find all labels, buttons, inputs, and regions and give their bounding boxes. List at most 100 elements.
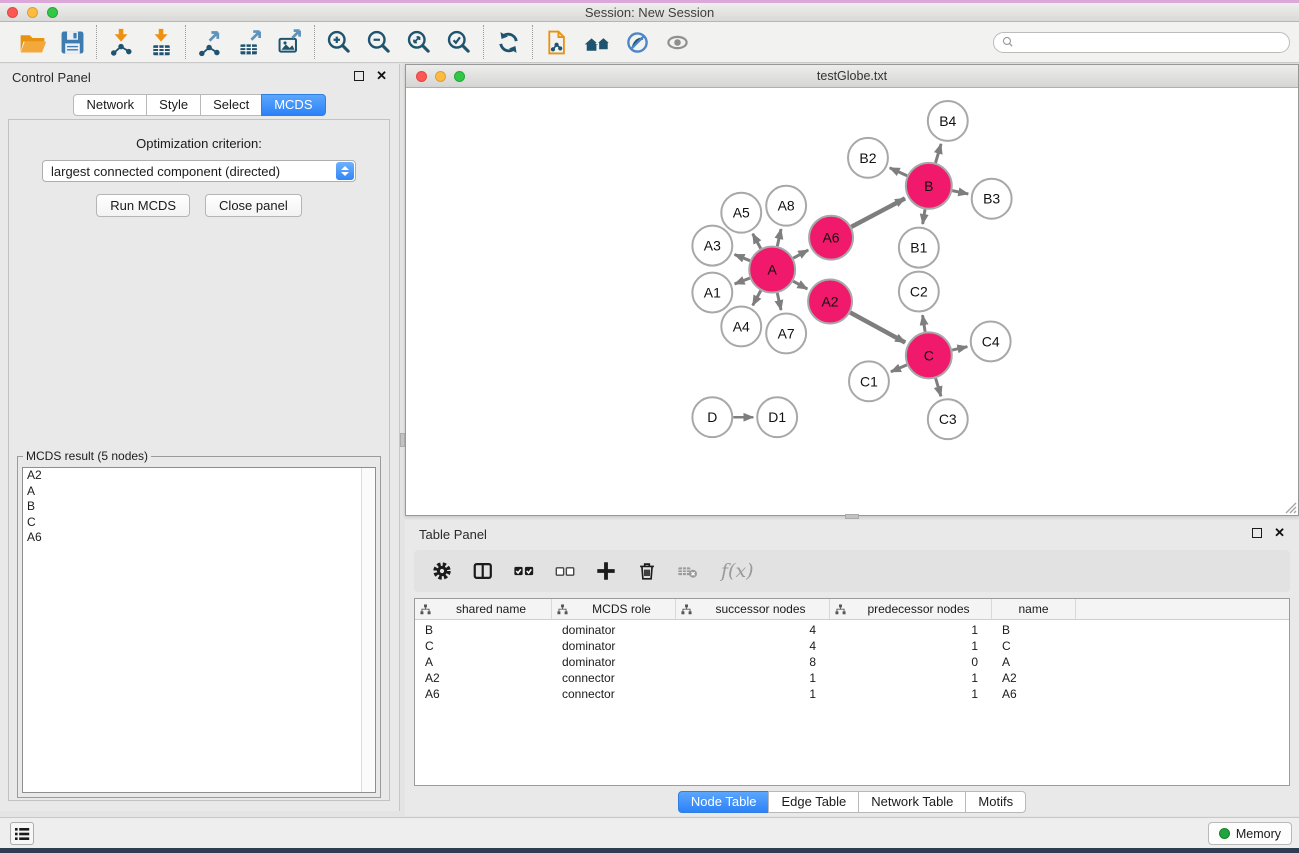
float-panel-icon[interactable] <box>354 71 364 81</box>
column-header-successor_nodes[interactable]: successor nodes <box>676 599 830 619</box>
edge-A6-B[interactable] <box>851 198 905 226</box>
cell-name[interactable]: A6 <box>992 687 1076 701</box>
mcds-result-item[interactable]: A <box>23 484 375 500</box>
search-input[interactable] <box>1015 35 1289 49</box>
tab-node-table[interactable]: Node Table <box>678 791 770 813</box>
network-graph[interactable]: AA1A2A3A4A5A6A7A8BB1B2B3B4CC1C2C3C4DD1 <box>406 89 1298 515</box>
tab-mcds[interactable]: MCDS <box>261 94 325 116</box>
node-C4[interactable]: C4 <box>971 321 1011 361</box>
cell-predecessor_nodes[interactable]: 1 <box>830 687 992 701</box>
cell-predecessor_nodes[interactable]: 1 <box>830 623 992 637</box>
node-A7[interactable]: A7 <box>766 313 806 353</box>
close-panel-icon[interactable]: ✕ <box>376 71 387 81</box>
node-C3[interactable]: C3 <box>928 399 968 439</box>
edge-B-B4[interactable] <box>936 144 942 163</box>
mcds-result-item[interactable]: C <box>23 515 375 531</box>
show-column-button[interactable] <box>471 559 495 583</box>
node-A1[interactable]: A1 <box>692 273 732 313</box>
node-A8[interactable]: A8 <box>766 186 806 226</box>
cell-successor_nodes[interactable]: 1 <box>676 687 830 701</box>
table-row[interactable]: Adominator80A <box>415 654 1289 670</box>
run-mcds-button[interactable]: Run MCDS <box>96 194 190 217</box>
mcds-result-item[interactable]: A2 <box>23 468 375 484</box>
zoom-window-button[interactable] <box>47 7 58 18</box>
export-image-button[interactable] <box>270 24 310 60</box>
open-session-button[interactable] <box>12 24 52 60</box>
home-button[interactable] <box>577 24 617 60</box>
cell-mcds_role[interactable]: dominator <box>552 639 676 653</box>
cell-mcds_role[interactable]: connector <box>552 671 676 685</box>
node-table[interactable]: shared nameMCDS rolesuccessor nodesprede… <box>414 598 1290 786</box>
zoom-in-button[interactable] <box>319 24 359 60</box>
node-C[interactable]: C <box>906 332 952 378</box>
cell-mcds_role[interactable]: connector <box>552 687 676 701</box>
edge-C-C3[interactable] <box>936 378 941 396</box>
mcds-result-item[interactable]: A6 <box>23 530 375 546</box>
edge-A-A2[interactable] <box>793 281 807 289</box>
cell-successor_nodes[interactable]: 1 <box>676 671 830 685</box>
column-header-mcds_role[interactable]: MCDS role <box>552 599 676 619</box>
node-A[interactable]: A <box>749 247 795 293</box>
cell-mcds_role[interactable]: dominator <box>552 623 676 637</box>
node-B3[interactable]: B3 <box>972 179 1012 219</box>
cell-name[interactable]: C <box>992 639 1076 653</box>
export-table-button[interactable] <box>230 24 270 60</box>
zoom-fit-button[interactable] <box>399 24 439 60</box>
cell-shared_name[interactable]: A2 <box>415 671 552 685</box>
close-panel-button[interactable]: Close panel <box>205 194 302 217</box>
task-history-button[interactable] <box>10 822 34 845</box>
cell-shared_name[interactable]: A <box>415 655 552 669</box>
search-field[interactable] <box>993 32 1290 53</box>
tab-select[interactable]: Select <box>200 94 262 116</box>
column-header-predecessor_nodes[interactable]: predecessor nodes <box>830 599 992 619</box>
mcds-result-item[interactable]: B <box>23 499 375 515</box>
tab-motifs[interactable]: Motifs <box>965 791 1026 813</box>
export-network-button[interactable] <box>190 24 230 60</box>
function-builder-button[interactable]: f(x) <box>721 560 754 582</box>
add-column-button[interactable] <box>594 559 618 583</box>
cell-successor_nodes[interactable]: 4 <box>676 623 830 637</box>
tab-network[interactable]: Network <box>73 94 147 116</box>
table-options-button[interactable] <box>430 559 454 583</box>
save-session-button[interactable] <box>52 24 92 60</box>
node-A3[interactable]: A3 <box>692 226 732 266</box>
node-D1[interactable]: D1 <box>757 397 797 437</box>
cell-successor_nodes[interactable]: 4 <box>676 639 830 653</box>
node-A6[interactable]: A6 <box>809 216 853 260</box>
node-B[interactable]: B <box>906 163 952 209</box>
edge-B-B2[interactable] <box>890 168 907 176</box>
close-table-panel-icon[interactable]: ✕ <box>1274 528 1285 538</box>
edge-A-A1[interactable] <box>735 278 750 284</box>
float-table-panel-icon[interactable] <box>1252 528 1262 538</box>
edge-A-A6[interactable] <box>793 250 808 258</box>
node-A5[interactable]: A5 <box>721 193 761 233</box>
edge-C-C4[interactable] <box>952 347 967 350</box>
cell-shared_name[interactable]: C <box>415 639 552 653</box>
tab-edge-table[interactable]: Edge Table <box>768 791 859 813</box>
cell-predecessor_nodes[interactable]: 0 <box>830 655 992 669</box>
select-all-button[interactable] <box>512 559 536 583</box>
network-window-titlebar[interactable]: testGlobe.txt <box>406 65 1298 88</box>
edge-B-B1[interactable] <box>923 209 925 224</box>
column-header-name[interactable]: name <box>992 599 1076 619</box>
edge-A-A8[interactable] <box>777 229 781 246</box>
criterion-dropdown[interactable]: largest connected component (directed) <box>42 160 356 182</box>
node-B2[interactable]: B2 <box>848 138 888 178</box>
import-table-button[interactable] <box>141 24 181 60</box>
new-network-from-selection-button[interactable] <box>537 24 577 60</box>
edge-A2-C[interactable] <box>850 312 905 342</box>
table-row[interactable]: Bdominator41B <box>415 622 1289 638</box>
node-D[interactable]: D <box>692 397 732 437</box>
table-row[interactable]: A2connector11A2 <box>415 670 1289 686</box>
show-hide-button[interactable] <box>657 24 697 60</box>
edge-B-B3[interactable] <box>952 191 968 194</box>
mcds-result-list[interactable]: A2ABCA6 <box>22 467 376 793</box>
node-B1[interactable]: B1 <box>899 228 939 268</box>
minimize-network-window-button[interactable] <box>435 71 446 82</box>
cell-mcds_role[interactable]: dominator <box>552 655 676 669</box>
result-scrollbar[interactable] <box>361 468 375 792</box>
delete-table-button[interactable] <box>676 559 700 583</box>
vertical-splitter-grip[interactable] <box>400 433 405 447</box>
cell-successor_nodes[interactable]: 8 <box>676 655 830 669</box>
node-B4[interactable]: B4 <box>928 101 968 141</box>
